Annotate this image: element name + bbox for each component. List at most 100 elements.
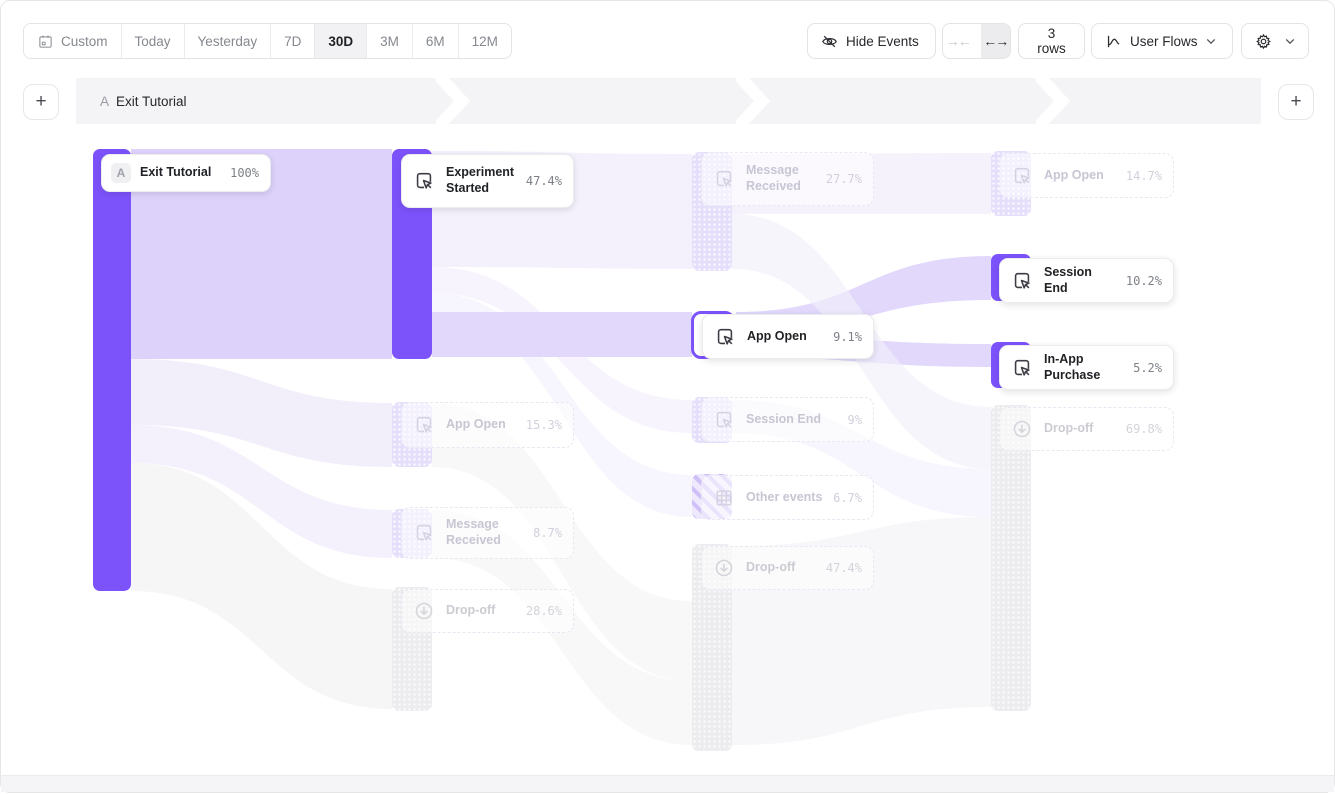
node-bar-exit-tutorial[interactable] (93, 149, 131, 591)
node-percent: 10.2% (1126, 274, 1162, 288)
node-card-session-end-4[interactable]: Session End 10.2% (999, 258, 1174, 303)
rows-label: 3 rows (1032, 26, 1071, 56)
gear-icon (1255, 33, 1272, 50)
toolbar: Custom Today Yesterday 7D 30D 3M 6M 12M Hide Ev… (1, 23, 1334, 59)
node-card-app-open-3[interactable]: App Open 9.1% (702, 314, 874, 359)
node-card-other-events-3[interactable]: Other events 6.7% (701, 475, 874, 520)
date-range-3m[interactable]: 3M (367, 24, 413, 58)
node-card-drop-off-3[interactable]: Drop-off 47.4% (701, 546, 874, 590)
node-card-drop-off-2[interactable]: Drop-off 28.6% (401, 589, 574, 633)
event-icon (1009, 268, 1035, 294)
node-label: App Open (446, 417, 517, 433)
node-percent: 28.6% (526, 604, 562, 618)
date-range-30d[interactable]: 30D (315, 24, 367, 58)
view-mode-label: User Flows (1130, 34, 1198, 49)
collapse-arrows-icon: →← (946, 33, 970, 49)
node-label: Other events (746, 490, 824, 506)
user-flows-chart-icon (1105, 33, 1122, 50)
node-percent: 27.7% (826, 172, 862, 186)
settings-button[interactable] (1241, 23, 1309, 59)
step-separator-chevron (1036, 78, 1070, 124)
expand-arrows-icon: ←→ (983, 33, 1007, 49)
chevron-down-icon (1206, 38, 1216, 45)
date-range-label: Custom (61, 34, 108, 49)
event-icon (1009, 163, 1035, 189)
date-range-today[interactable]: Today (122, 24, 185, 58)
node-card-app-open-4[interactable]: App Open 14.7% (999, 153, 1174, 198)
plus-icon: + (35, 91, 46, 113)
node-card-drop-off-4[interactable]: Drop-off 69.8% (999, 407, 1174, 451)
step-separator-chevron (436, 78, 470, 124)
date-range-label: Yesterday (198, 34, 258, 49)
date-range-label: 12M (472, 34, 498, 49)
rows-button[interactable]: 3 rows (1018, 23, 1085, 59)
step-header[interactable]: A Exit Tutorial (100, 78, 187, 124)
date-range-selector: Custom Today Yesterday 7D 30D 3M 6M 12M (23, 23, 512, 59)
add-step-right-button[interactable]: + (1278, 84, 1314, 120)
node-card-experiment-started[interactable]: Experiment Started 47.4% (401, 154, 574, 208)
width-toggle: →← ←→ (942, 23, 1011, 59)
event-icon (711, 166, 737, 192)
view-mode-button[interactable]: User Flows (1091, 23, 1233, 59)
node-percent: 6.7% (833, 491, 862, 505)
date-range-7d[interactable]: 7D (271, 24, 315, 58)
date-range-label: Today (135, 34, 171, 49)
node-card-message-received-2[interactable]: Message Received 8.7% (401, 507, 574, 559)
node-label: Message Received (446, 517, 524, 548)
eye-off-icon (821, 33, 838, 50)
node-percent: 14.7% (1126, 169, 1162, 183)
node-percent: 47.4% (526, 174, 562, 188)
plus-icon: + (1290, 91, 1301, 113)
event-icon (712, 324, 738, 350)
node-label: Session End (746, 412, 839, 428)
dropoff-icon (1009, 416, 1035, 442)
event-icon (411, 168, 437, 194)
date-range-label: 6M (426, 34, 445, 49)
node-badge: A (111, 163, 131, 183)
node-percent: 47.4% (826, 561, 862, 575)
node-label: Session End (1044, 265, 1117, 296)
date-range-yesterday[interactable]: Yesterday (185, 24, 272, 58)
date-range-12m[interactable]: 12M (459, 24, 511, 58)
add-step-left-button[interactable]: + (23, 84, 59, 120)
dropoff-icon (411, 598, 437, 624)
node-percent: 69.8% (1126, 422, 1162, 436)
step-separator-chevron (736, 78, 770, 124)
node-label: Experiment Started (446, 165, 517, 196)
node-label: Exit Tutorial (140, 165, 221, 181)
event-icon (1009, 355, 1035, 381)
footer-strip (1, 775, 1334, 792)
node-label: Drop-off (1044, 421, 1117, 437)
date-range-label: 7D (284, 34, 301, 49)
node-label: App Open (747, 329, 824, 345)
event-icon (411, 520, 437, 546)
node-percent: 9.1% (833, 330, 862, 344)
node-percent: 8.7% (533, 526, 562, 540)
node-percent: 9% (848, 413, 862, 427)
dropoff-icon (711, 555, 737, 581)
collapse-columns-button[interactable]: →← (943, 24, 973, 58)
node-card-message-received-3[interactable]: Message Received 27.7% (701, 152, 874, 206)
node-label: Drop-off (746, 560, 817, 576)
node-card-exit-tutorial[interactable]: AExit Tutorial100% (101, 154, 271, 192)
node-label: App Open (1044, 168, 1117, 184)
step-badge: A (100, 94, 109, 109)
date-range-label: 30D (328, 34, 353, 49)
calendar-icon (37, 33, 54, 50)
hide-events-button[interactable]: Hide Events (807, 23, 936, 59)
date-range-6m[interactable]: 6M (413, 24, 459, 58)
node-label: Drop-off (446, 603, 517, 619)
node-card-session-end-3[interactable]: Session End 9% (701, 397, 874, 442)
date-range-label: 3M (380, 34, 399, 49)
node-card-in-app-purchase-4[interactable]: In-App Purchase5.2% (999, 345, 1174, 390)
expand-columns-button[interactable]: ←→ (981, 24, 1011, 58)
step-title: Exit Tutorial (116, 94, 187, 109)
step-header-band: A Exit Tutorial (76, 78, 1261, 124)
event-icon (711, 407, 737, 433)
date-range-custom[interactable]: Custom (24, 24, 122, 58)
node-label: In-App Purchase (1044, 352, 1124, 383)
flow-link (432, 312, 692, 357)
node-percent: 15.3% (526, 418, 562, 432)
node-label: Message Received (746, 163, 817, 194)
node-card-app-open-2[interactable]: App Open 15.3% (401, 402, 574, 448)
